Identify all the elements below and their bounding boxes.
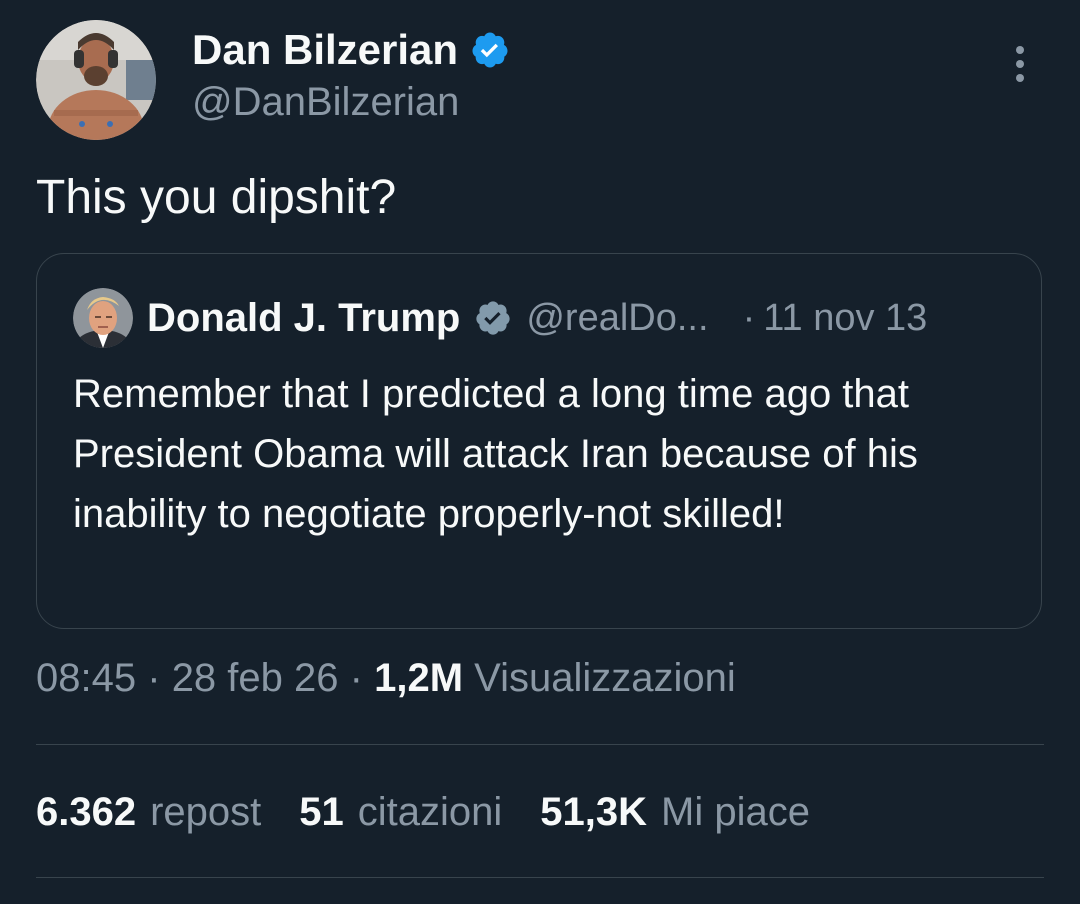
quoted-author-handle: @realDo... bbox=[526, 296, 709, 339]
verified-badge-icon[interactable] bbox=[470, 30, 510, 70]
likes-label: Mi piace bbox=[661, 790, 810, 834]
separator-dot: · bbox=[349, 656, 363, 700]
quoted-tweet-text: Remember that I predicted a long time ag… bbox=[73, 372, 918, 536]
author-name-row: Dan Bilzerian bbox=[192, 26, 510, 74]
likes-count: 51,3K bbox=[540, 790, 648, 834]
dot bbox=[1016, 46, 1024, 54]
views-count: 1,2M bbox=[374, 656, 464, 700]
author-handle[interactable]: @DanBilzerian bbox=[192, 80, 459, 125]
reposts-label: repost bbox=[150, 790, 262, 834]
tweet-detail-page: Dan Bilzerian @DanBilzerian This you dip… bbox=[0, 0, 1080, 904]
separator-dot: · bbox=[147, 656, 161, 700]
likes-stat[interactable]: 51,3K Mi piace bbox=[540, 790, 810, 835]
quoted-tweet-header: Donald J. Trump @realDo... · 11 nov 13 bbox=[147, 292, 927, 344]
quoted-author-avatar bbox=[73, 288, 133, 348]
dot bbox=[1016, 60, 1024, 68]
author-display-name[interactable]: Dan Bilzerian bbox=[192, 26, 458, 74]
tweet-time[interactable]: 08:45 bbox=[36, 656, 136, 700]
views-label: Visualizzazioni bbox=[474, 656, 736, 700]
divider bbox=[36, 744, 1044, 745]
quotes-count: 51 bbox=[299, 790, 344, 834]
tweet-meta: 08:45 · 28 feb 26 · 1,2M Visualizzazioni bbox=[36, 656, 736, 701]
quotes-label: citazioni bbox=[357, 790, 503, 834]
verified-badge-icon bbox=[474, 299, 512, 337]
reposts-count: 6.362 bbox=[36, 790, 137, 834]
quoted-author-name: Donald J. Trump bbox=[147, 295, 461, 340]
author-avatar[interactable] bbox=[36, 20, 156, 140]
tweet-text: This you dipshit? bbox=[36, 171, 397, 224]
separator-dot: · bbox=[742, 296, 756, 339]
quoted-tweet-card[interactable]: Donald J. Trump @realDo... · 11 nov 13 R… bbox=[36, 253, 1042, 629]
quotes-stat[interactable]: 51 citazioni bbox=[299, 790, 502, 835]
more-options-icon[interactable] bbox=[1006, 46, 1034, 90]
engagement-stats: 6.362 repost 51 citazioni 51,3K Mi piace bbox=[36, 790, 848, 835]
tweet-date[interactable]: 28 feb 26 bbox=[172, 656, 339, 700]
divider bbox=[36, 877, 1044, 878]
quoted-tweet-date: 11 nov 13 bbox=[763, 296, 928, 339]
reposts-stat[interactable]: 6.362 repost bbox=[36, 790, 261, 835]
dot bbox=[1016, 74, 1024, 82]
